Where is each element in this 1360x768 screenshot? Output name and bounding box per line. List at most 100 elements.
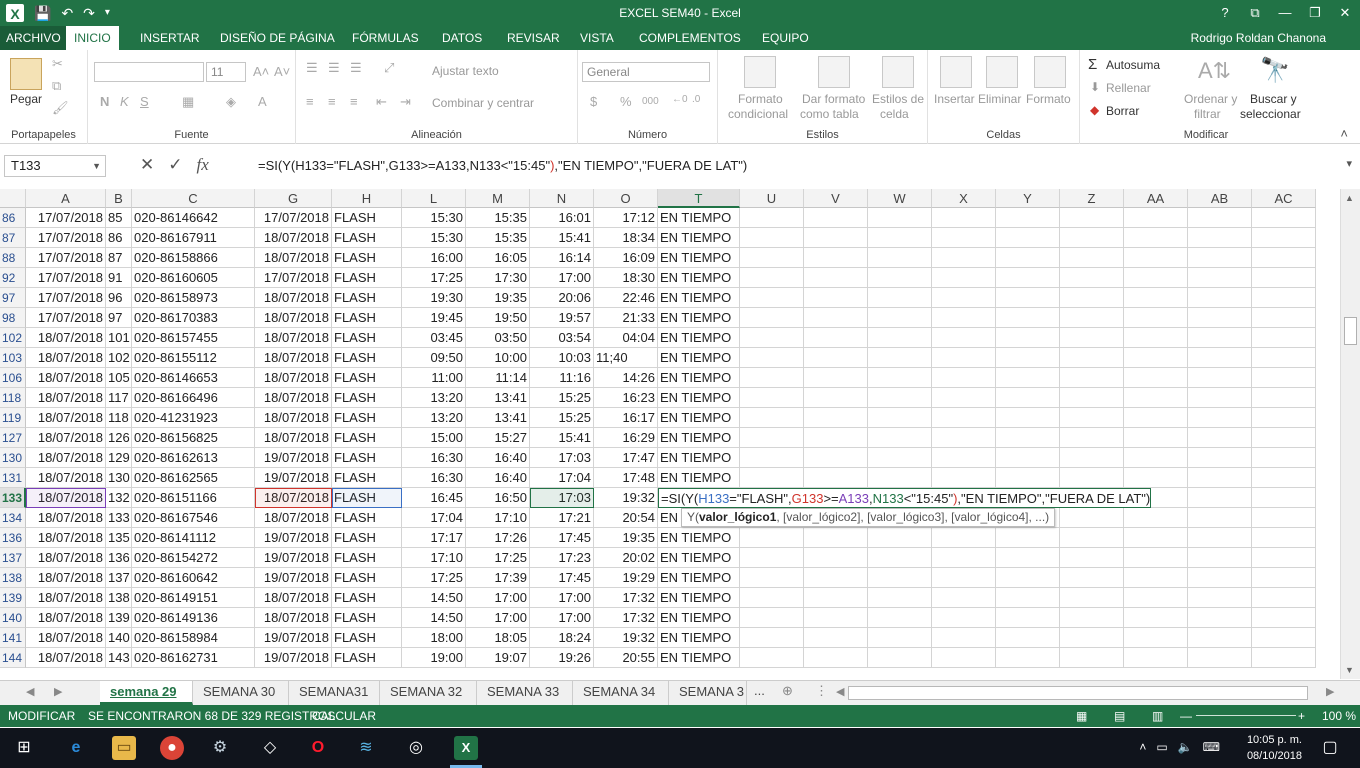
cell-u97[interactable] (740, 288, 804, 308)
cell-x88[interactable] (932, 248, 996, 268)
align-top-icon[interactable]: ☰ (306, 60, 318, 76)
row-header[interactable]: 138 (0, 568, 26, 588)
percent-button[interactable]: % (620, 94, 632, 109)
collapse-ribbon-icon[interactable]: ˄ (1340, 126, 1348, 141)
cell-g118[interactable]: 18/07/2018 (255, 388, 332, 408)
cell-l103[interactable]: 09:50 (402, 348, 466, 368)
cell-v141[interactable] (804, 628, 868, 648)
cell-n103[interactable]: 10:03 (530, 348, 594, 368)
cell-z139[interactable] (1060, 588, 1124, 608)
normal-view-icon[interactable]: ▦ (1076, 705, 1087, 727)
cell-n136[interactable]: 17:45 (530, 528, 594, 548)
cell-l140[interactable]: 14:50 (402, 608, 466, 628)
cell-x140[interactable] (932, 608, 996, 628)
cell-l92[interactable]: 17:25 (402, 268, 466, 288)
cell-l136[interactable]: 17:17 (402, 528, 466, 548)
cell-aa131[interactable] (1124, 468, 1188, 488)
cell-z86[interactable] (1060, 208, 1124, 228)
cell-u127[interactable] (740, 428, 804, 448)
cell-m106[interactable]: 11:14 (466, 368, 530, 388)
cell-a119[interactable]: 18/07/2018 (26, 408, 106, 428)
cell-x92[interactable] (932, 268, 996, 288)
clear-button[interactable]: Borrar (1106, 104, 1139, 118)
cell-a134[interactable]: 18/07/2018 (26, 508, 106, 528)
cell-c103[interactable]: 020-86155112 (132, 348, 255, 368)
cell-u102[interactable] (740, 328, 804, 348)
cell-w130[interactable] (868, 448, 932, 468)
cell-z118[interactable] (1060, 388, 1124, 408)
cell-l138[interactable]: 17:25 (402, 568, 466, 588)
cell-z144[interactable] (1060, 648, 1124, 668)
cell-x86[interactable] (932, 208, 996, 228)
cell-w88[interactable] (868, 248, 932, 268)
cell-ac137[interactable] (1252, 548, 1316, 568)
cell-ac88[interactable] (1252, 248, 1316, 268)
cell-ab97[interactable] (1188, 288, 1252, 308)
cell-x136[interactable] (932, 528, 996, 548)
cell-h97[interactable]: FLASH (332, 288, 402, 308)
cell-u103[interactable] (740, 348, 804, 368)
cell-m133[interactable]: 16:50 (466, 488, 530, 508)
expand-formula-bar-icon[interactable]: ▾ (1346, 157, 1352, 170)
tray-chevron-icon[interactable]: ˄ (1139, 740, 1146, 754)
conditional-format-label-2[interactable]: condicional (728, 107, 788, 121)
steam-icon[interactable]: ⚙ (208, 736, 232, 760)
cell-w138[interactable] (868, 568, 932, 588)
column-header-u[interactable]: U (740, 189, 804, 208)
cell-y137[interactable] (996, 548, 1060, 568)
cell-ab127[interactable] (1188, 428, 1252, 448)
cell-c130[interactable]: 020-86162613 (132, 448, 255, 468)
cell-m119[interactable]: 13:41 (466, 408, 530, 428)
cell-a141[interactable]: 18/07/2018 (26, 628, 106, 648)
cell-z138[interactable] (1060, 568, 1124, 588)
cell-aa98[interactable] (1124, 308, 1188, 328)
cell-g134[interactable]: 18/07/2018 (255, 508, 332, 528)
sort-filter-icon[interactable]: A⇅ (1198, 58, 1231, 84)
cell-o133[interactable]: 19:32 (594, 488, 658, 508)
cell-v119[interactable] (804, 408, 868, 428)
cell-v106[interactable] (804, 368, 868, 388)
cell-o118[interactable]: 16:23 (594, 388, 658, 408)
cell-a137[interactable]: 18/07/2018 (26, 548, 106, 568)
merge-center-button[interactable]: Combinar y centrar (432, 96, 534, 110)
cell-b130[interactable]: 129 (106, 448, 132, 468)
italic-button[interactable]: K (120, 94, 129, 109)
cell-l127[interactable]: 15:00 (402, 428, 466, 448)
row-header[interactable]: 106 (0, 368, 26, 388)
volume-icon[interactable]: 🔈 (1178, 740, 1193, 754)
cell-z103[interactable] (1060, 348, 1124, 368)
zoom-level[interactable]: 100 % (1322, 705, 1356, 727)
tab-revisar[interactable]: REVISAR (499, 26, 568, 50)
cell-u138[interactable] (740, 568, 804, 588)
help-button[interactable]: ? (1210, 0, 1240, 26)
cell-t141[interactable]: EN TIEMPO (658, 628, 740, 648)
cell-g88[interactable]: 18/07/2018 (255, 248, 332, 268)
cell-g141[interactable]: 19/07/2018 (255, 628, 332, 648)
cell-m127[interactable]: 15:27 (466, 428, 530, 448)
cell-styles-icon[interactable] (882, 56, 914, 88)
row-header[interactable]: 127 (0, 428, 26, 448)
cell-t140[interactable]: EN TIEMPO (658, 608, 740, 628)
cell-n140[interactable]: 17:00 (530, 608, 594, 628)
cell-u144[interactable] (740, 648, 804, 668)
vertical-scrollbar[interactable]: ▲ ▼ (1340, 189, 1360, 679)
cell-o139[interactable]: 17:32 (594, 588, 658, 608)
find-select-label-1[interactable]: Buscar y (1250, 92, 1297, 106)
cell-g133[interactable]: 18/07/2018 (255, 488, 332, 508)
cell-o130[interactable]: 17:47 (594, 448, 658, 468)
cell-l139[interactable]: 14:50 (402, 588, 466, 608)
format-table-label-1[interactable]: Dar formato (802, 92, 865, 106)
cell-ab139[interactable] (1188, 588, 1252, 608)
notifications-icon[interactable]: ▢ (1318, 736, 1342, 760)
cell-z87[interactable] (1060, 228, 1124, 248)
cell-aa138[interactable] (1124, 568, 1188, 588)
cell-ac87[interactable] (1252, 228, 1316, 248)
cell-m92[interactable]: 17:30 (466, 268, 530, 288)
cell-aa127[interactable] (1124, 428, 1188, 448)
cell-h133[interactable]: FLASH (332, 488, 402, 508)
cell-c118[interactable]: 020-86166496 (132, 388, 255, 408)
cell-t92[interactable]: EN TIEMPO (658, 268, 740, 288)
cell-y131[interactable] (996, 468, 1060, 488)
cell-z106[interactable] (1060, 368, 1124, 388)
cell-ac103[interactable] (1252, 348, 1316, 368)
